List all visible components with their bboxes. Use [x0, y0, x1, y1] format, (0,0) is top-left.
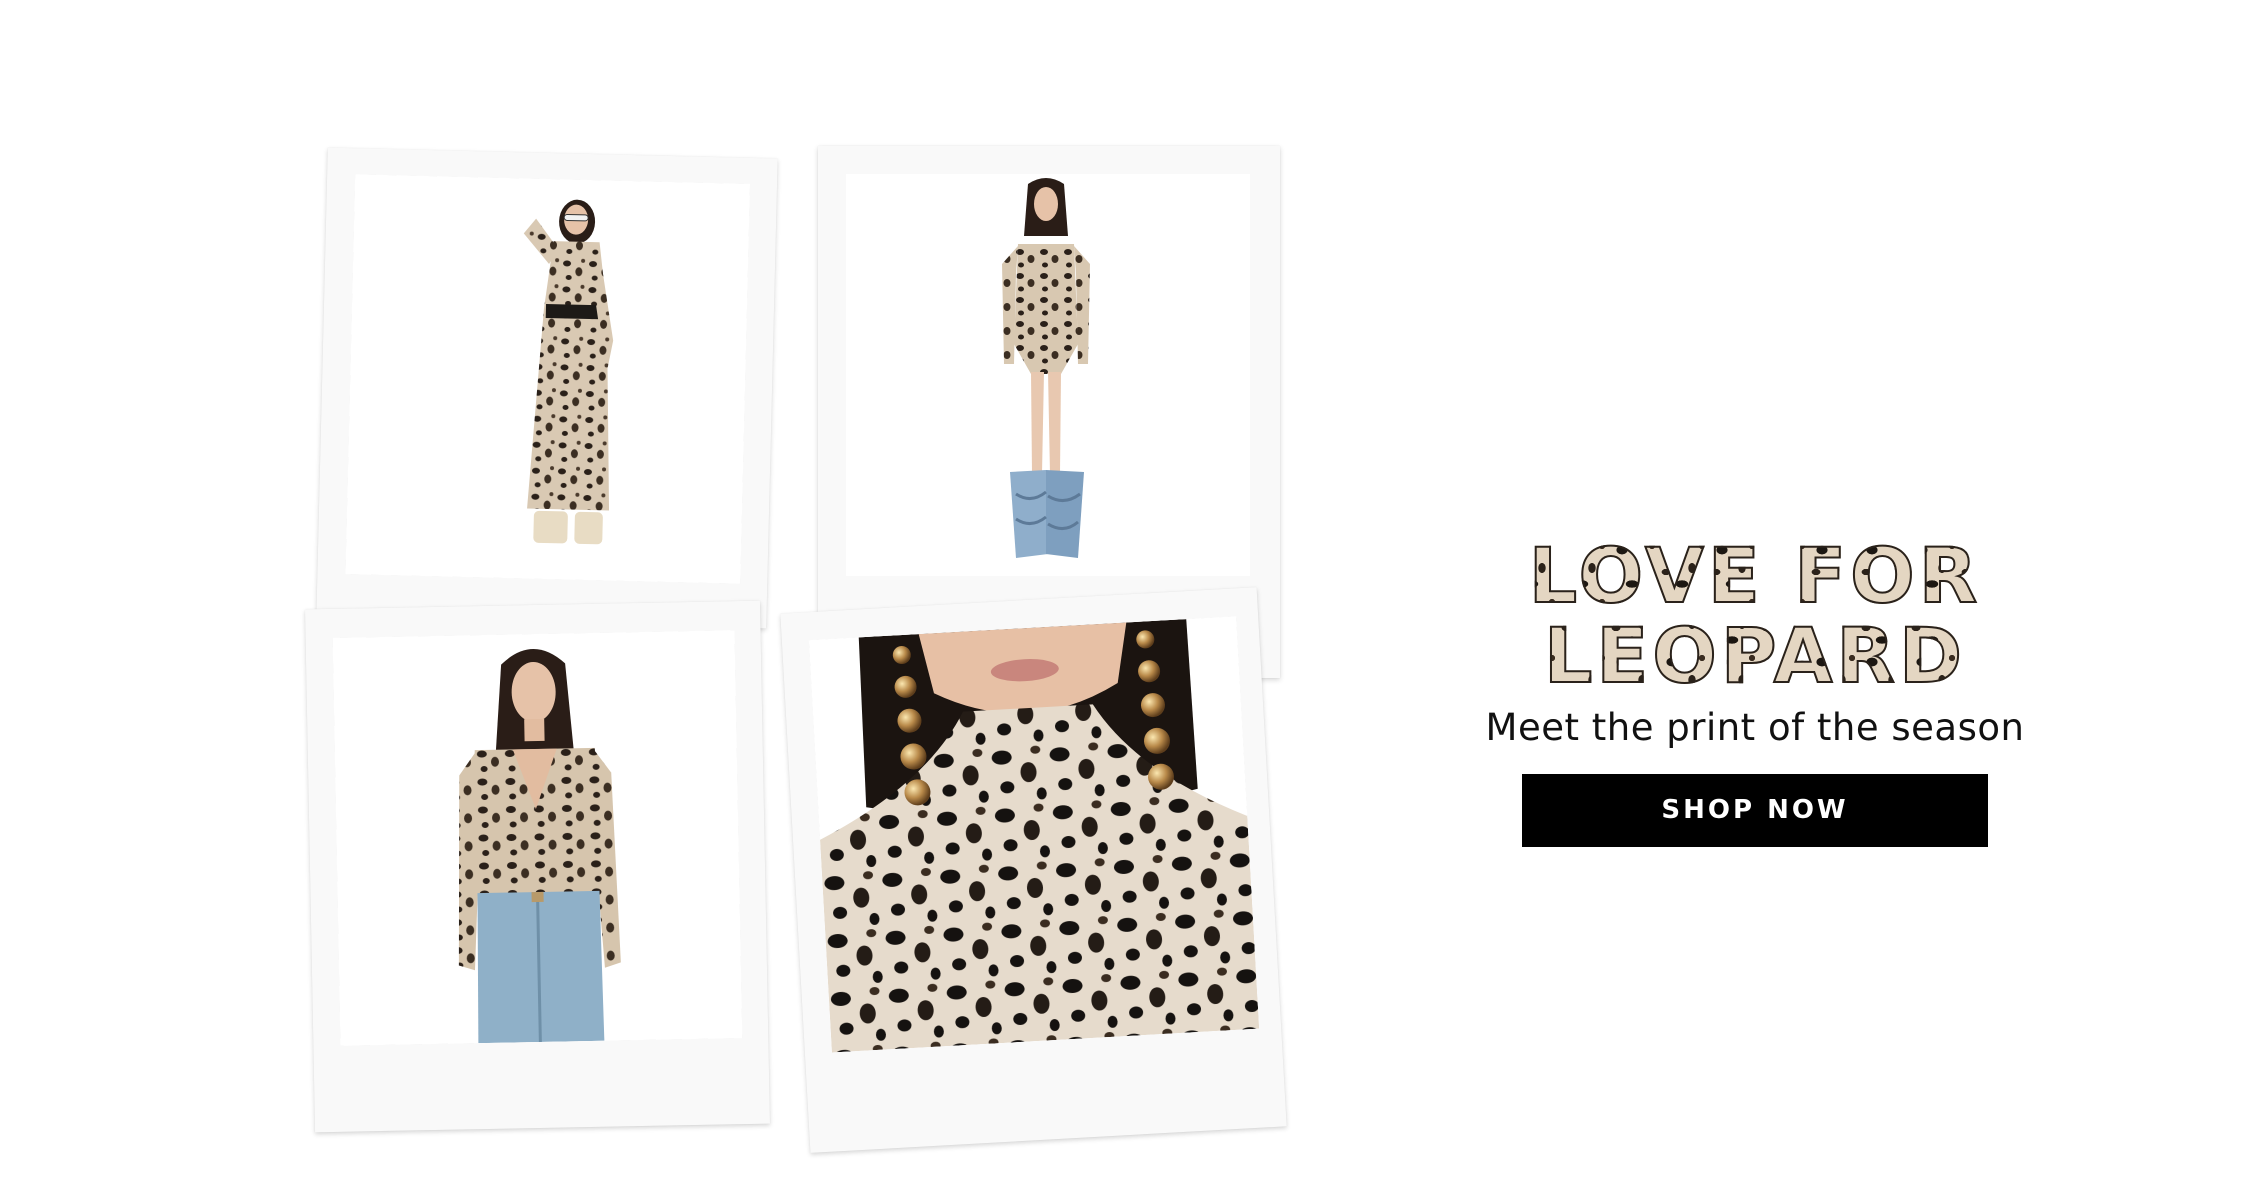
- photo-leopard-bodysuit-jeans[interactable]: [332, 630, 743, 1046]
- polaroid-card-4[interactable]: [780, 587, 1287, 1153]
- polaroid-card-3[interactable]: [305, 600, 770, 1133]
- shop-now-button[interactable]: SHOP NOW: [1522, 774, 1988, 847]
- polaroid-card-1[interactable]: [316, 147, 778, 629]
- photo-leopard-bodysuit-denim-boots[interactable]: [846, 174, 1250, 576]
- photo-leopard-turtleneck-closeup[interactable]: [808, 616, 1260, 1053]
- photo-leopard-maxi-dress[interactable]: [345, 174, 751, 584]
- promo-subline: Meet the print of the season: [1485, 706, 2025, 749]
- promo-banner: LOVE FOR LEOPARD Meet the print of the s…: [0, 0, 2267, 1202]
- promo-text-block: LOVE FOR LEOPARD Meet the print of the s…: [1360, 535, 2150, 847]
- promo-headline: LOVE FOR LEOPARD: [1360, 535, 2150, 697]
